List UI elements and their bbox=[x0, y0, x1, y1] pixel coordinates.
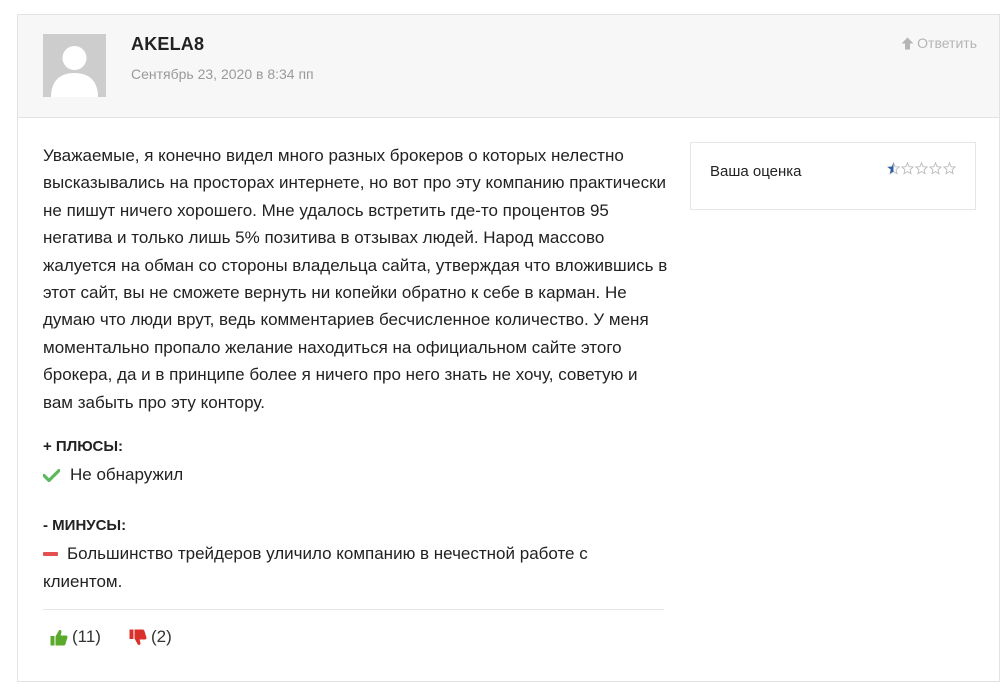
like-button[interactable]: (11) bbox=[50, 627, 101, 647]
review-text: Уважаемые, я конечно видел много разных … bbox=[43, 146, 668, 412]
reply-button[interactable]: Ответить bbox=[901, 35, 977, 51]
dash-icon bbox=[43, 552, 58, 556]
pro-item: Не обнаружил bbox=[43, 461, 183, 489]
star-icon[interactable] bbox=[887, 162, 900, 175]
con-text: Большинство трейдеров уличило компанию в… bbox=[43, 544, 588, 591]
pros-title: + ПЛЮСЫ: bbox=[43, 438, 124, 455]
dislike-count: (2) bbox=[151, 627, 172, 646]
con-item: Большинство трейдеров уличило компанию в… bbox=[43, 540, 643, 596]
avatar bbox=[43, 34, 106, 97]
dislike-button[interactable]: (2) bbox=[129, 627, 172, 647]
comment-date: Сентябрь 23, 2020 в 8:34 пп bbox=[131, 66, 314, 82]
user-placeholder-icon bbox=[43, 34, 106, 97]
star-icon[interactable] bbox=[901, 162, 914, 175]
like-count: (11) bbox=[72, 627, 101, 646]
divider bbox=[43, 609, 664, 610]
thumbs-down-icon bbox=[129, 629, 147, 645]
rating-stars[interactable] bbox=[887, 162, 956, 175]
check-icon bbox=[43, 469, 60, 482]
arrow-up-icon bbox=[901, 37, 914, 49]
thumbs-up-icon bbox=[50, 629, 68, 645]
comment-header: AKELA8 Сентябрь 23, 2020 в 8:34 пп Ответ… bbox=[18, 15, 999, 118]
star-icon[interactable] bbox=[915, 162, 928, 175]
rating-box: Ваша оценка bbox=[690, 142, 976, 210]
cons-title: - МИНУСЫ: bbox=[43, 517, 127, 534]
rating-label: Ваша оценка bbox=[710, 163, 802, 180]
star-icon[interactable] bbox=[929, 162, 942, 175]
comment-card: AKELA8 Сентябрь 23, 2020 в 8:34 пп Ответ… bbox=[17, 14, 1000, 682]
reply-label: Ответить bbox=[917, 35, 977, 51]
pro-text: Не обнаружил bbox=[70, 465, 184, 484]
star-icon[interactable] bbox=[943, 162, 956, 175]
comment-author: AKELA8 bbox=[131, 34, 205, 54]
